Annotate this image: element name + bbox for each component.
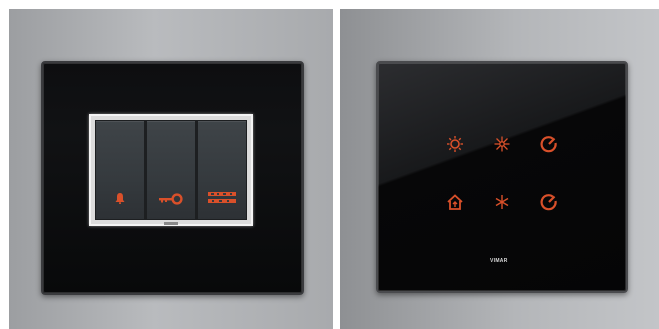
fan-icon[interactable] — [493, 135, 511, 153]
brand-logo: VIMAR — [490, 258, 508, 264]
do-not-disturb-icon — [208, 192, 236, 203]
sun-icon[interactable] — [446, 135, 464, 153]
rocker-key[interactable] — [147, 121, 195, 219]
bell-icon — [115, 193, 125, 204]
switch-frame — [89, 114, 253, 226]
switch-frame-inner — [95, 120, 247, 220]
power-icon[interactable] — [540, 135, 558, 153]
power-icon[interactable] — [540, 193, 558, 211]
home-icon[interactable] — [446, 193, 464, 211]
touch-glass-plate: VIMAR — [376, 61, 628, 293]
photo-rocker-switch — [9, 9, 333, 329]
glass-cover-plate — [41, 61, 304, 295]
rocker-do-not-disturb[interactable] — [198, 121, 246, 219]
key-icon — [159, 193, 183, 205]
snowflake-icon[interactable] — [493, 193, 511, 211]
photo-touch-control: VIMAR — [340, 9, 659, 329]
frame-logo-mark — [164, 222, 178, 225]
rocker-bell[interactable] — [96, 121, 144, 219]
